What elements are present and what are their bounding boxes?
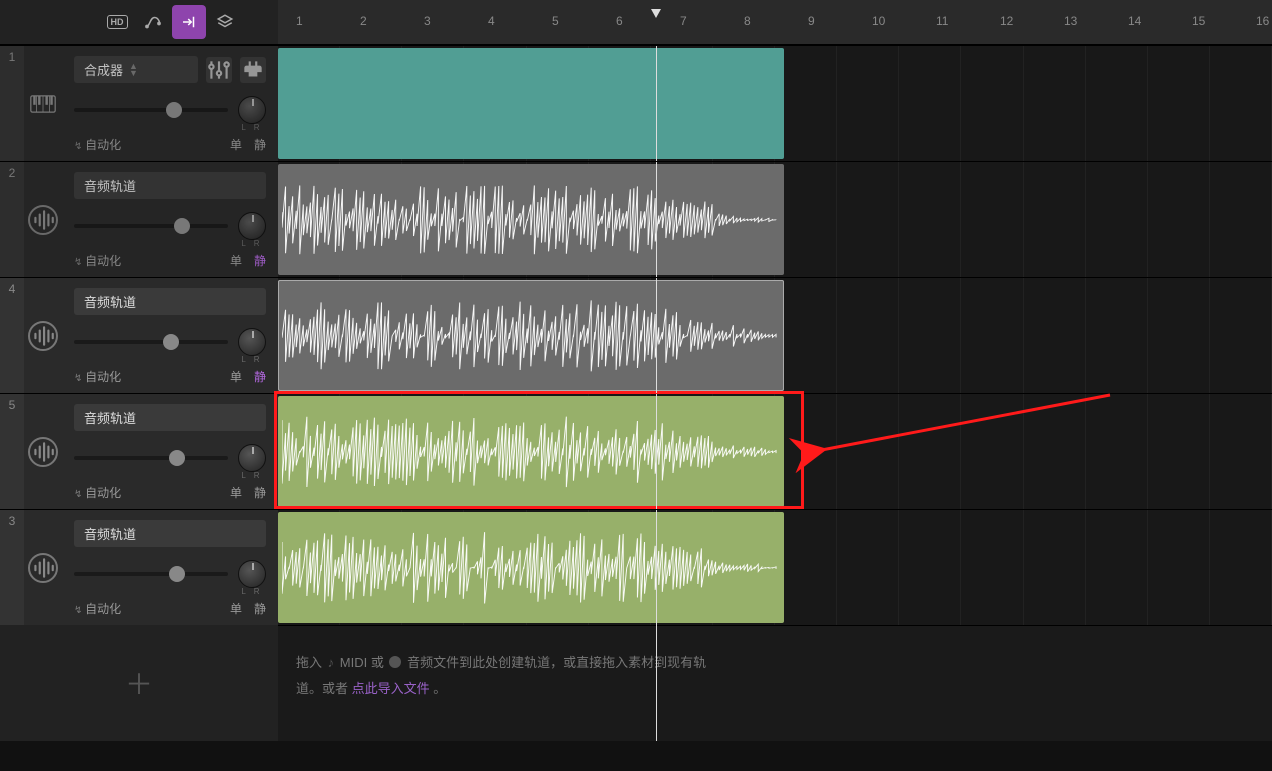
track-name-field[interactable]: 音频轨道	[74, 404, 266, 431]
ruler-tick: 13	[1064, 14, 1077, 28]
ruler-tick: 1	[296, 14, 303, 28]
mute-button[interactable]: 静	[254, 368, 266, 385]
ruler-tick: 8	[744, 14, 751, 28]
volume-slider[interactable]	[74, 108, 228, 112]
track-lane[interactable]	[278, 510, 1272, 625]
track-number[interactable]: 5	[0, 394, 24, 509]
ruler-tick: 2	[360, 14, 367, 28]
track-icon[interactable]	[24, 162, 62, 277]
track-icon[interactable]	[24, 46, 62, 161]
ruler-tick: 4	[488, 14, 495, 28]
playhead[interactable]	[656, 394, 657, 509]
ruler-tick: 11	[936, 14, 948, 28]
playhead[interactable]	[656, 46, 657, 161]
pan-knob[interactable]: L R	[238, 328, 266, 356]
ruler-tick: 3	[424, 14, 431, 28]
track-row: 3 音频轨道 L R 自动化单静	[0, 509, 1272, 625]
automation-button[interactable]: 自动化	[74, 600, 230, 617]
track-name-field[interactable]: 音频轨道	[74, 288, 266, 315]
ruler-tick: 5	[552, 14, 559, 28]
solo-button[interactable]: 单	[230, 600, 242, 617]
track-number[interactable]: 1	[0, 46, 24, 161]
automation-curve-button[interactable]	[136, 5, 170, 39]
track-lane[interactable]	[278, 46, 1272, 161]
track-icon[interactable]	[24, 510, 62, 625]
track-controls: 合成器▲▼ L R 自动化单静	[62, 46, 278, 161]
ruler-tick: 6	[616, 14, 623, 28]
mute-button[interactable]: 静	[254, 484, 266, 501]
hd-button[interactable]: HD	[100, 5, 134, 39]
volume-slider[interactable]	[74, 572, 228, 576]
track-name-field[interactable]: 合成器▲▼	[74, 56, 198, 83]
header: HD 12345678910111213141516	[0, 0, 1272, 45]
track-number[interactable]: 2	[0, 162, 24, 277]
playhead[interactable]	[656, 510, 657, 625]
track-number[interactable]: 3	[0, 510, 24, 625]
ruler-tick: 7	[680, 14, 687, 28]
playhead-marker[interactable]	[650, 8, 662, 23]
ruler-tick: 14	[1128, 14, 1141, 28]
volume-slider[interactable]	[74, 224, 228, 228]
playhead[interactable]	[656, 162, 657, 277]
track-controls: 音频轨道 L R 自动化单静	[62, 394, 278, 509]
track-row: 1 合成器▲▼ L R 自动化单静	[0, 45, 1272, 161]
solo-button[interactable]: 单	[230, 252, 242, 269]
ruler-tick: 15	[1192, 14, 1205, 28]
mute-button[interactable]: 静	[254, 136, 266, 153]
timeline-ruler[interactable]: 12345678910111213141516	[278, 0, 1272, 44]
ruler-tick: 10	[872, 14, 885, 28]
add-track-button[interactable]: ＋	[0, 625, 278, 741]
snap-button[interactable]	[172, 5, 206, 39]
solo-button[interactable]: 单	[230, 368, 242, 385]
mute-button[interactable]: 静	[254, 252, 266, 269]
import-file-link[interactable]: 点此导入文件	[352, 681, 430, 696]
mixer-icon[interactable]	[206, 57, 232, 83]
layers-button[interactable]	[208, 5, 242, 39]
track-name-field[interactable]: 音频轨道	[74, 172, 266, 199]
drop-zone[interactable]: ＋ 拖入 ♪ MIDI 或 音频文件到此处创建轨道，或直接拖入素材到现有轨 道。…	[0, 625, 1272, 741]
track-lane[interactable]	[278, 394, 1272, 509]
automation-button[interactable]: 自动化	[74, 252, 230, 269]
volume-slider[interactable]	[74, 456, 228, 460]
pan-knob[interactable]: L R	[238, 96, 266, 124]
drop-hint: 拖入 ♪ MIDI 或 音频文件到此处创建轨道，或直接拖入素材到现有轨 道。或者…	[278, 625, 1272, 741]
solo-button[interactable]: 单	[230, 484, 242, 501]
automation-button[interactable]: 自动化	[74, 484, 230, 501]
track-row: 2 音频轨道 L R 自动化单静	[0, 161, 1272, 277]
track-controls: 音频轨道 L R 自动化单静	[62, 278, 278, 393]
volume-slider[interactable]	[74, 340, 228, 344]
clip[interactable]	[278, 164, 784, 275]
track-row: 5 音频轨道 L R 自动化单静	[0, 393, 1272, 509]
track-name-field[interactable]: 音频轨道	[74, 520, 266, 547]
clip[interactable]	[278, 396, 784, 507]
automation-button[interactable]: 自动化	[74, 368, 230, 385]
ruler-tick: 16	[1256, 14, 1269, 28]
pan-knob[interactable]: L R	[238, 560, 266, 588]
track-number[interactable]: 4	[0, 278, 24, 393]
playhead	[656, 625, 657, 741]
track-icon[interactable]	[24, 394, 62, 509]
plugin-icon[interactable]	[240, 57, 266, 83]
ruler-tick: 9	[808, 14, 815, 28]
pan-knob[interactable]: L R	[238, 444, 266, 472]
track-lane[interactable]	[278, 162, 1272, 277]
automation-button[interactable]: 自动化	[74, 136, 230, 153]
track-controls: 音频轨道 L R 自动化单静	[62, 510, 278, 625]
clip[interactable]	[278, 512, 784, 623]
mute-button[interactable]: 静	[254, 600, 266, 617]
track-icon[interactable]	[24, 278, 62, 393]
ruler-tick: 12	[1000, 14, 1013, 28]
toolbar: HD	[0, 0, 278, 44]
track-row: 4 音频轨道 L R 自动化单静	[0, 277, 1272, 393]
pan-knob[interactable]: L R	[238, 212, 266, 240]
clip[interactable]	[278, 48, 784, 159]
track-controls: 音频轨道 L R 自动化单静	[62, 162, 278, 277]
clip[interactable]	[278, 280, 784, 391]
track-list: 1 合成器▲▼L R自动化单静2 音频轨道L R自动化单静4 音频轨道L R自动…	[0, 45, 1272, 771]
playhead[interactable]	[656, 278, 657, 393]
solo-button[interactable]: 单	[230, 136, 242, 153]
track-lane[interactable]	[278, 278, 1272, 393]
